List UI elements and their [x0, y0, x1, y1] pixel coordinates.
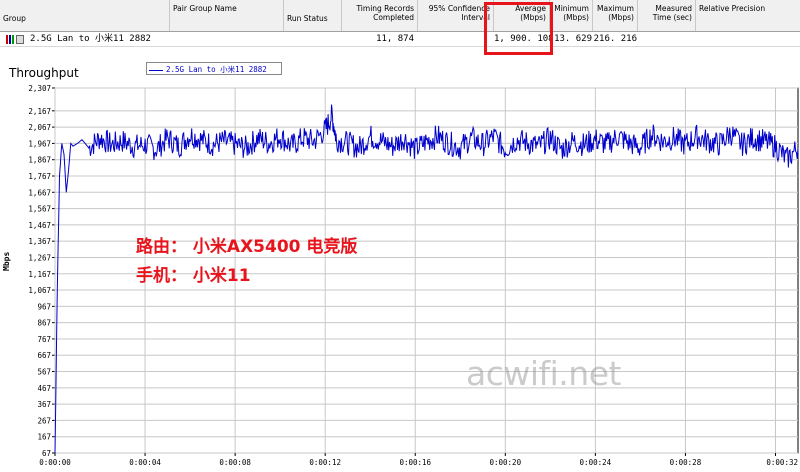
x-tick-label: 0:00:16 [399, 458, 431, 467]
timing-records-cell: 11, 874 [376, 34, 414, 44]
minimum-cell: 13. 629 [554, 34, 592, 44]
x-tick-label: 0:00:12 [309, 458, 341, 467]
y-tick-label: 2,167 [28, 107, 51, 116]
y-axis-label: Mbps [2, 251, 11, 271]
table-row[interactable]: 2.5G Lan to 小米11 2882 11, 874 1, 900. 10… [0, 32, 800, 47]
x-tick-label: 0:00:32 [766, 458, 798, 467]
y-tick-label: 2,307 [28, 84, 51, 93]
col-confidence-interval[interactable]: 95% Confidence Interval [418, 0, 494, 31]
x-tick-label: 0:00:20 [489, 458, 521, 467]
x-tick-label: 0:00:24 [580, 458, 612, 467]
chart-type-icon [6, 35, 14, 44]
x-tick-label: 0:00:04 [129, 458, 161, 467]
y-tick-label: 267 [37, 416, 51, 425]
y-tick-label: 967 [37, 302, 51, 311]
col-measured-time[interactable]: Measured Time (sec) [638, 0, 696, 31]
average-highlight-box [484, 2, 553, 55]
maximum-cell: 216. 216 [593, 34, 637, 44]
y-tick-label: 1,267 [28, 253, 51, 262]
y-tick-label: 167 [37, 433, 51, 442]
chart-legend[interactable]: 2.5G Lan to 小米11 2882 [146, 62, 282, 75]
y-tick-label: 1,767 [28, 172, 51, 181]
results-table: Group Pair Group Name Run Status Timing … [0, 0, 800, 48]
results-header-row: Group Pair Group Name Run Status Timing … [0, 0, 800, 32]
col-group[interactable]: Group [0, 0, 170, 31]
col-run-status[interactable]: Run Status [284, 0, 342, 31]
y-tick-label: 1,167 [28, 270, 51, 279]
y-tick-label: 767 [37, 335, 51, 344]
y-tick-label: 1,367 [28, 237, 51, 246]
col-pair-group-name[interactable]: Pair Group Name [170, 0, 284, 31]
y-tick-label: 1,067 [28, 286, 51, 295]
pair-name-cell: 2.5G Lan to 小米11 2882 [30, 34, 151, 44]
col-relative-precision[interactable]: Relative Precision [696, 0, 800, 31]
col-maximum[interactable]: Maximum (Mbps) [593, 0, 638, 31]
chart-plot: 67 167 267 367 467 567 667 767 867 967 1,067 1,167 1… [28, 84, 799, 467]
watermark-text: acwifi.net [466, 354, 621, 393]
chart-title: Throughput [9, 66, 79, 80]
y-tick-label: 1,867 [28, 156, 51, 165]
y-tick-label: 1,667 [28, 188, 51, 197]
y-tick-label: 1,467 [28, 221, 51, 230]
y-tick-label: 567 [37, 368, 51, 377]
x-tick-label: 0:00:00 [39, 458, 71, 467]
y-tick-label: 367 [37, 400, 51, 409]
expand-icon[interactable] [16, 35, 24, 44]
y-tick-label: 67 [42, 449, 51, 458]
phone-annotation: 手机： 小米11 [136, 266, 251, 286]
x-tick-label: 0:00:08 [219, 458, 251, 467]
col-timing-records[interactable]: Timing Records Completed [342, 0, 418, 31]
pair-icons[interactable] [6, 35, 26, 44]
y-tick-label: 667 [37, 351, 51, 360]
router-annotation: 路由： 小米AX5400 电竞版 [136, 237, 358, 257]
throughput-chart: 67 167 267 367 467 567 667 767 867 967 1,067 1,167 1… [0, 58, 800, 472]
y-tick-label: 467 [37, 384, 51, 393]
y-tick-label: 2,067 [28, 123, 51, 132]
y-tick-label: 1,967 [28, 139, 51, 148]
y-tick-label: 867 [37, 319, 51, 328]
legend-label: 2.5G Lan to 小米11 2882 [166, 65, 267, 74]
x-tick-label: 0:00:28 [670, 458, 702, 467]
y-tick-label: 1,567 [28, 205, 51, 214]
legend-swatch [149, 69, 163, 71]
col-minimum[interactable]: Minimum (Mbps) [550, 0, 593, 31]
